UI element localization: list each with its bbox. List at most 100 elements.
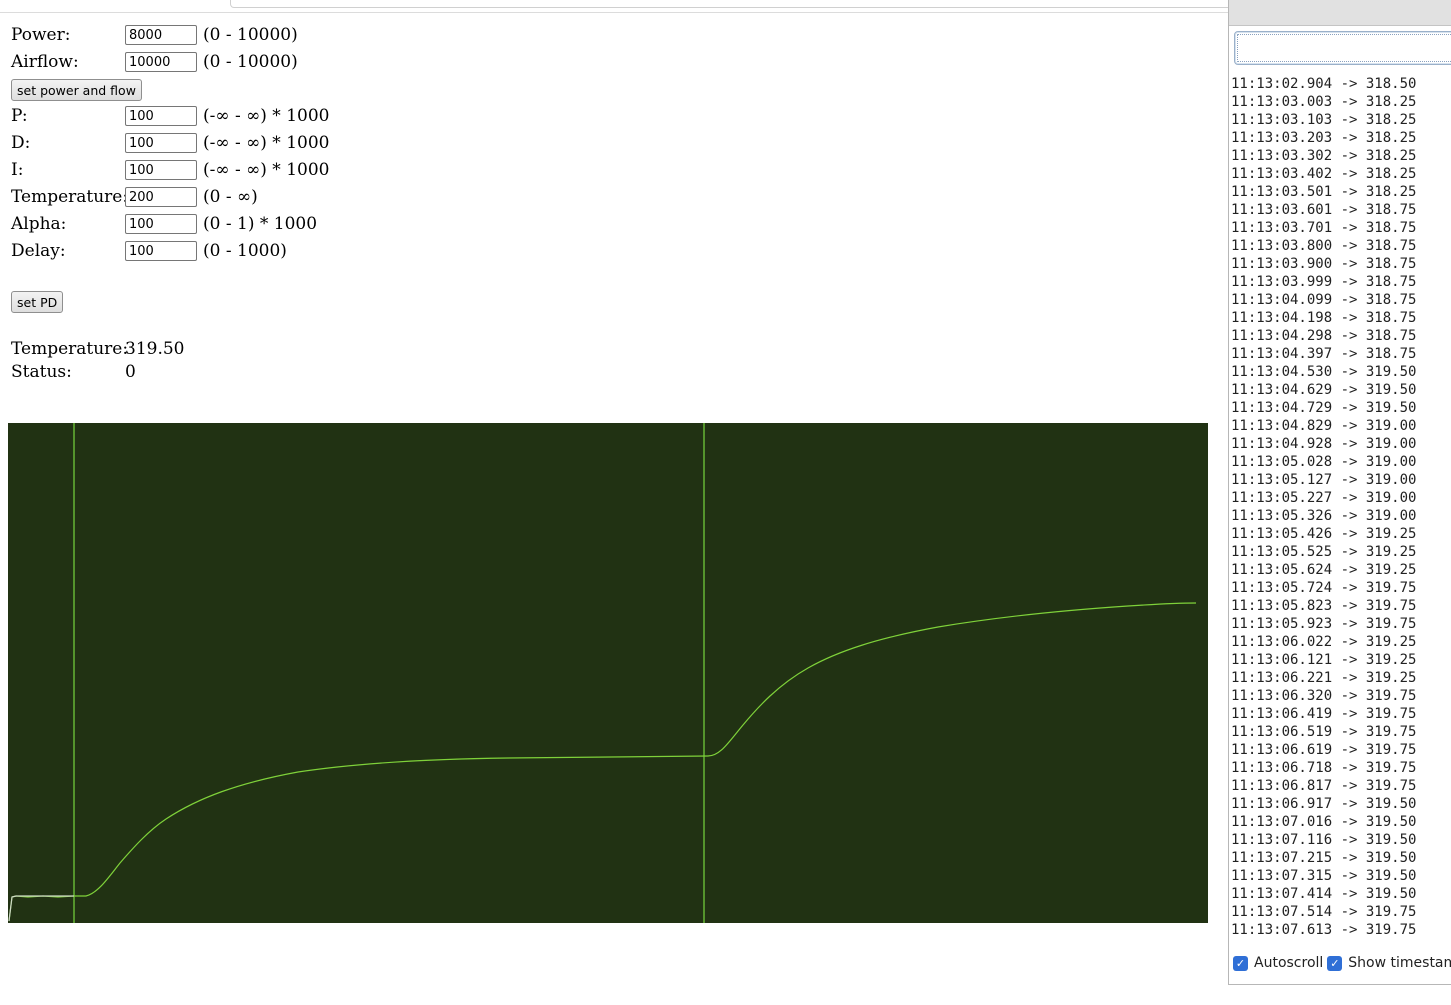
serial-log-line: 11:13:04.729 -> 319.50: [1231, 400, 1417, 416]
serial-log-line: 11:13:04.298 -> 318.75: [1231, 328, 1417, 344]
serial-log-line: 11:13:07.414 -> 319.50: [1231, 886, 1417, 902]
autoscroll-checkbox[interactable]: ✓: [1233, 955, 1248, 971]
serial-monitor-bottom-frame: [1228, 984, 1451, 1005]
serial-log-line: 11:13:07.613 -> 319.75: [1231, 922, 1417, 938]
d-input[interactable]: [125, 133, 197, 153]
serial-log-line: 11:13:03.103 -> 318.25: [1231, 112, 1417, 128]
show-timestamp-label: Show timestam: [1348, 955, 1451, 971]
temperature-row: Temperature: (0 - ∞): [11, 185, 258, 209]
address-bar-edge: [230, 0, 1232, 8]
serial-log-line: 11:13:06.817 -> 319.75: [1231, 778, 1417, 794]
serial-log-line: 11:13:03.302 -> 318.25: [1231, 148, 1417, 164]
status-readout-value: 0: [125, 362, 136, 382]
temperature-readout-label: Temperature:: [11, 339, 129, 359]
serial-log-line: 11:13:05.028 -> 319.00: [1231, 454, 1417, 470]
p-input[interactable]: [125, 106, 197, 126]
airflow-range: (0 - 10000): [203, 52, 298, 72]
serial-log-line: 11:13:03.203 -> 318.25: [1231, 130, 1417, 146]
serial-log-line: 11:13:05.525 -> 319.25: [1231, 544, 1417, 560]
serial-log-line: 11:13:05.823 -> 319.75: [1231, 598, 1417, 614]
show-timestamp-checkbox[interactable]: ✓: [1327, 955, 1343, 971]
serial-log-line: 11:13:06.619 -> 319.75: [1231, 742, 1417, 758]
serial-log-line: 11:13:04.198 -> 318.75: [1231, 310, 1417, 326]
serial-log-line: 11:13:05.724 -> 319.75: [1231, 580, 1417, 596]
set-pd-button[interactable]: set PD: [11, 291, 64, 313]
serial-footer: ✓ Autoscroll ✓ Show timestam: [1233, 952, 1451, 974]
serial-monitor-titlebar: [1229, 0, 1451, 26]
serial-log-line: 11:13:06.718 -> 319.75: [1231, 760, 1417, 776]
serial-log-line: 11:13:07.315 -> 319.50: [1231, 868, 1417, 884]
serial-log-line: 11:13:04.629 -> 319.50: [1231, 382, 1417, 398]
temperature-readout-value: 319.50: [125, 339, 185, 359]
d-range: (-∞ - ∞) * 1000: [203, 133, 330, 153]
delay-input[interactable]: [125, 241, 197, 261]
serial-log[interactable]: 11:13:02.904 -> 318.50 11:13:03.003 -> 31…: [1231, 75, 1450, 941]
serial-log-line: 11:13:03.701 -> 318.75: [1231, 220, 1417, 236]
power-input[interactable]: [125, 25, 197, 45]
serial-log-line: 11:13:03.402 -> 318.25: [1231, 166, 1417, 182]
serial-log-line: 11:13:04.928 -> 319.00: [1231, 436, 1417, 452]
serial-log-line: 11:13:05.923 -> 319.75: [1231, 616, 1417, 632]
delay-range: (0 - 1000): [203, 241, 287, 261]
serial-log-line: 11:13:04.530 -> 319.50: [1231, 364, 1417, 380]
delay-row: Delay: (0 - 1000): [11, 239, 287, 263]
i-range: (-∞ - ∞) * 1000: [203, 160, 330, 180]
serial-log-line: 11:13:07.116 -> 319.50: [1231, 832, 1417, 848]
serial-log-line: 11:13:03.501 -> 318.25: [1231, 184, 1417, 200]
browser-top-strip: [0, 0, 1232, 13]
p-row: P: (-∞ - ∞) * 1000: [11, 104, 329, 128]
serial-log-line: 11:13:05.326 -> 319.00: [1231, 508, 1417, 524]
power-range: (0 - 10000): [203, 25, 298, 45]
status-readout-label: Status:: [11, 362, 72, 382]
serial-log-line: 11:13:06.519 -> 319.75: [1231, 724, 1417, 740]
set-power-and-flow-button[interactable]: set power and flow: [11, 79, 142, 101]
serial-log-line: 11:13:05.227 -> 319.00: [1231, 490, 1417, 506]
serial-log-line: 11:13:06.121 -> 319.25: [1231, 652, 1417, 668]
temperature-plot-svg: [8, 423, 1197, 923]
serial-log-line: 11:13:06.022 -> 319.25: [1231, 634, 1417, 650]
serial-log-line: 11:13:03.900 -> 318.75: [1231, 256, 1417, 272]
serial-log-line: 11:13:07.215 -> 319.50: [1231, 850, 1417, 866]
temperature-setpoint-label: Temperature:: [11, 187, 129, 207]
serial-log-line: 11:13:06.221 -> 319.25: [1231, 670, 1417, 686]
airflow-row: Airflow: (0 - 10000): [11, 50, 298, 74]
alpha-range: (0 - 1) * 1000: [203, 214, 318, 234]
temperature-range: (0 - ∞): [203, 187, 258, 207]
serial-log-line: 11:13:04.099 -> 318.75: [1231, 292, 1417, 308]
baseline-trace: [8, 895, 74, 922]
power-label: Power:: [11, 25, 71, 45]
serial-log-line: 11:13:06.320 -> 319.75: [1231, 688, 1417, 704]
temperature-input[interactable]: [125, 187, 197, 207]
d-row: D: (-∞ - ∞) * 1000: [11, 131, 329, 155]
serial-log-line: 11:13:04.829 -> 319.00: [1231, 418, 1417, 434]
power-row: Power: (0 - 10000): [11, 23, 298, 47]
serial-log-line: 11:13:04.397 -> 318.75: [1231, 346, 1417, 362]
airflow-label: Airflow:: [11, 52, 79, 72]
serial-log-line: 11:13:03.601 -> 318.75: [1231, 202, 1417, 218]
serial-log-line: 11:13:06.419 -> 319.75: [1231, 706, 1417, 722]
serial-log-line: 11:13:06.917 -> 319.50: [1231, 796, 1417, 812]
p-label: P:: [11, 106, 28, 126]
serial-log-line: 11:13:03.003 -> 318.25: [1231, 94, 1417, 110]
serial-log-line: 11:13:05.127 -> 319.00: [1231, 472, 1417, 488]
show-timestamp-option[interactable]: ✓ Show timestam: [1327, 955, 1451, 971]
delay-label: Delay:: [11, 241, 66, 261]
i-label: I:: [11, 160, 24, 180]
serial-log-line: 11:13:03.999 -> 318.75: [1231, 274, 1417, 290]
airflow-input[interactable]: [125, 52, 197, 72]
p-range: (-∞ - ∞) * 1000: [203, 106, 330, 126]
temperature-readout: Temperature: 319.50: [11, 339, 184, 359]
alpha-input[interactable]: [125, 214, 197, 234]
serial-log-line: 11:13:07.514 -> 319.75: [1231, 904, 1417, 920]
serial-log-line: 11:13:03.800 -> 318.75: [1231, 238, 1417, 254]
i-input[interactable]: [125, 160, 197, 180]
alpha-label: Alpha:: [11, 214, 67, 234]
serial-log-line: 11:13:07.016 -> 319.50: [1231, 814, 1417, 830]
serial-log-line: 11:13:05.426 -> 319.25: [1231, 526, 1417, 542]
i-row: I: (-∞ - ∞) * 1000: [11, 158, 329, 182]
autoscroll-option[interactable]: ✓ Autoscroll: [1233, 955, 1323, 971]
d-label: D:: [11, 133, 31, 153]
serial-send-input[interactable]: [1234, 31, 1451, 65]
status-readout: Status: 0: [11, 362, 136, 382]
alpha-row: Alpha: (0 - 1) * 1000: [11, 212, 317, 236]
